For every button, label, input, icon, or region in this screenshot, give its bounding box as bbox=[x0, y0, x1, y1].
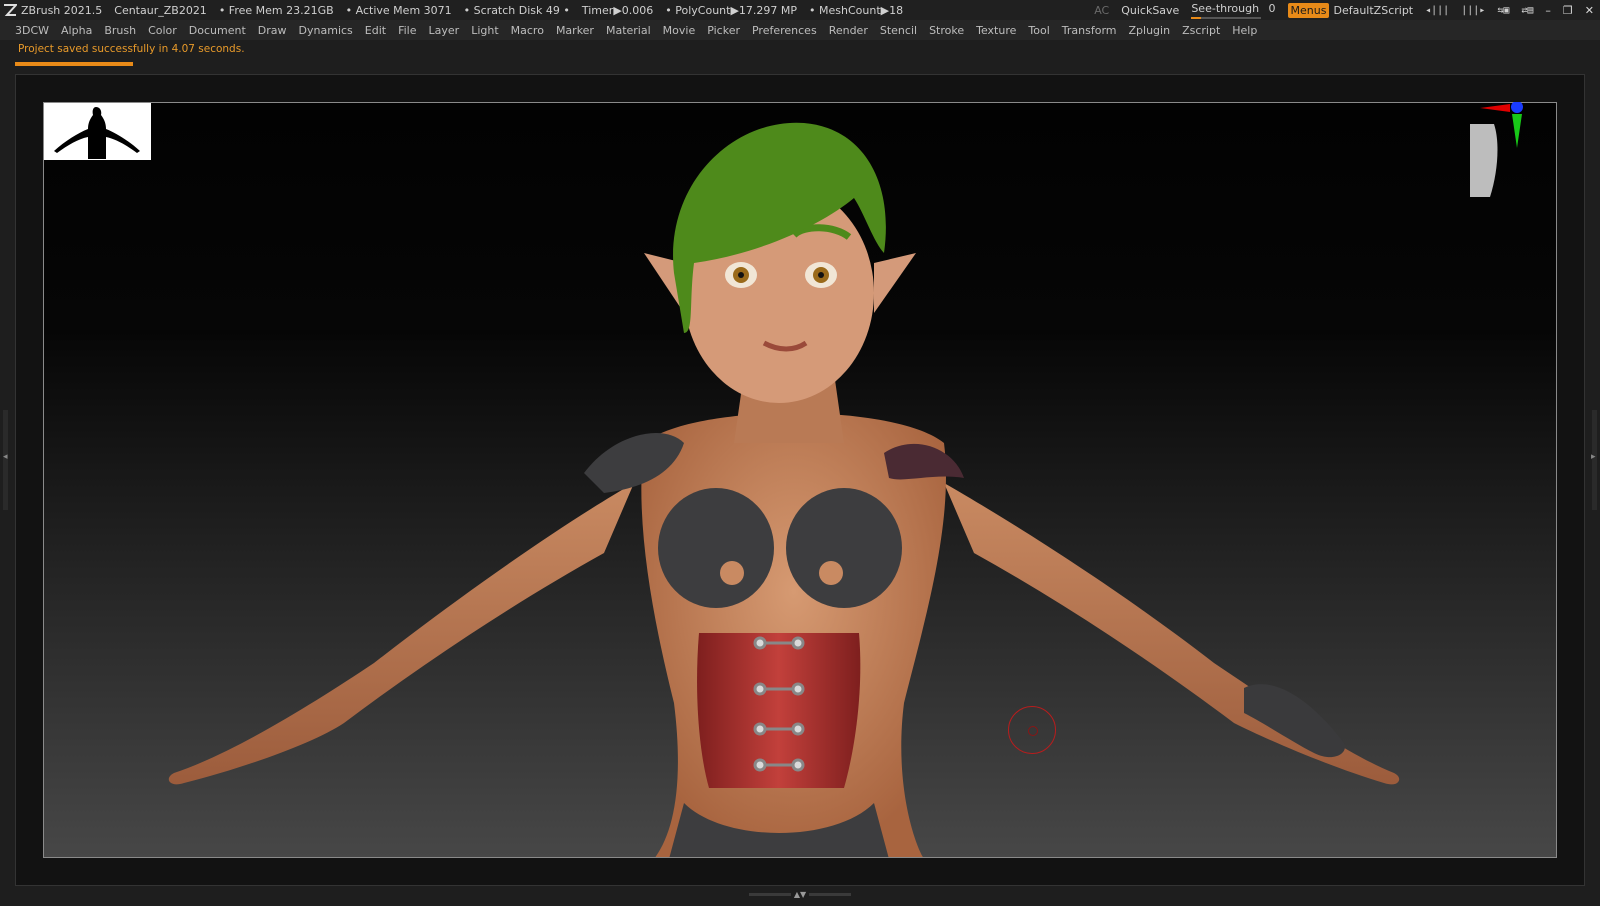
title-bar-right: AC QuickSave See-through 0 Menus Default… bbox=[1082, 0, 1594, 20]
close-icon[interactable]: ✕ bbox=[1585, 4, 1594, 17]
quicksave-button[interactable]: QuickSave bbox=[1121, 4, 1179, 17]
menu-stroke[interactable]: Stroke bbox=[929, 24, 964, 37]
zbrush-logo-icon[interactable] bbox=[3, 3, 17, 17]
minimize-icon[interactable]: – bbox=[1545, 4, 1551, 17]
menu-picker[interactable]: Picker bbox=[707, 24, 740, 37]
menu-3dcw[interactable]: 3DCW bbox=[15, 24, 49, 37]
default-zscript-button[interactable]: DefaultZScript bbox=[1333, 4, 1413, 17]
silhouette-icon bbox=[54, 107, 140, 159]
menu-movie[interactable]: Movie bbox=[663, 24, 696, 37]
tray-line-left bbox=[748, 892, 791, 896]
bottom-tray-handle[interactable]: ▲▼ bbox=[745, 890, 855, 899]
tray-arrow-icon[interactable]: ▲▼ bbox=[794, 890, 806, 899]
menu-texture[interactable]: Texture bbox=[976, 24, 1016, 37]
see-through-track bbox=[1191, 17, 1262, 19]
navigation-head-icon bbox=[1461, 101, 1523, 197]
silhouette-thumbnail[interactable] bbox=[44, 103, 151, 160]
cursor-center bbox=[1028, 726, 1038, 736]
ui-layout-icon[interactable]: ⇆▣ bbox=[1497, 5, 1509, 16]
menu-preferences[interactable]: Preferences bbox=[752, 24, 817, 37]
menu-edit[interactable]: Edit bbox=[365, 24, 386, 37]
see-through-slider[interactable]: See-through 0 bbox=[1191, 2, 1276, 19]
layout-left-icon[interactable]: ◂||| bbox=[1425, 5, 1449, 16]
model-render bbox=[168, 122, 1400, 857]
menu-marker[interactable]: Marker bbox=[556, 24, 594, 37]
menu-draw[interactable]: Draw bbox=[258, 24, 287, 37]
project-name: Centaur_ZB2021 bbox=[114, 3, 207, 17]
tray-line-right bbox=[809, 892, 852, 896]
title-bar: ZBrush 2021.5 Centaur_ZB2021 • Free Mem … bbox=[0, 0, 1600, 20]
menu-alpha[interactable]: Alpha bbox=[61, 24, 92, 37]
navigation-gizmo[interactable] bbox=[1461, 101, 1560, 212]
menu-light[interactable]: Light bbox=[471, 24, 498, 37]
menu-color[interactable]: Color bbox=[148, 24, 177, 37]
menu-tool[interactable]: Tool bbox=[1028, 24, 1049, 37]
menu-zscript[interactable]: Zscript bbox=[1182, 24, 1220, 37]
menu-transform[interactable]: Transform bbox=[1062, 24, 1117, 37]
layout-right-icon[interactable]: |||▸ bbox=[1461, 5, 1485, 16]
progress-bar bbox=[15, 62, 1595, 66]
meshcount: • MeshCount▶18 bbox=[809, 3, 904, 17]
left-tray-arrow-icon[interactable]: ◂ bbox=[3, 452, 8, 462]
progress-fill bbox=[15, 62, 133, 66]
ac-button[interactable]: AC bbox=[1094, 4, 1109, 17]
save-notification: Project saved successfully in 4.07 secon… bbox=[18, 43, 245, 55]
menu-macro[interactable]: Macro bbox=[511, 24, 544, 37]
menu-bar: 3DCW Alpha Brush Color Document Draw Dyn… bbox=[0, 20, 1600, 40]
custom-ui-icon[interactable]: ⇄▤ bbox=[1521, 5, 1533, 16]
brush-cursor-icon bbox=[1008, 706, 1056, 754]
menus-button[interactable]: Menus bbox=[1287, 2, 1330, 18]
menu-render[interactable]: Render bbox=[829, 24, 868, 37]
menu-zplugin[interactable]: Zplugin bbox=[1129, 24, 1171, 37]
viewport-canvas[interactable] bbox=[43, 102, 1557, 858]
free-mem: • Free Mem 23.21GB bbox=[218, 3, 334, 17]
menu-dynamics[interactable]: Dynamics bbox=[299, 24, 353, 37]
scratch-disk: • Scratch Disk 49 • bbox=[463, 3, 570, 17]
menu-document[interactable]: Document bbox=[189, 24, 246, 37]
timer: Timer▶0.006 bbox=[581, 3, 654, 17]
see-through-label: See-through bbox=[1191, 2, 1260, 15]
app-name: ZBrush 2021.5 bbox=[21, 3, 103, 17]
menu-brush[interactable]: Brush bbox=[104, 24, 136, 37]
menu-file[interactable]: File bbox=[398, 24, 416, 37]
menu-material[interactable]: Material bbox=[606, 24, 651, 37]
active-mem: • Active Mem 3071 bbox=[345, 3, 452, 17]
menu-layer[interactable]: Layer bbox=[429, 24, 460, 37]
menu-help[interactable]: Help bbox=[1232, 24, 1257, 37]
restore-icon[interactable]: ❐ bbox=[1563, 4, 1573, 17]
see-through-value: 0 bbox=[1268, 2, 1276, 15]
menu-stencil[interactable]: Stencil bbox=[880, 24, 917, 37]
see-through-handle[interactable] bbox=[1191, 17, 1202, 19]
right-tray-arrow-icon[interactable]: ▸ bbox=[1591, 452, 1596, 462]
polycount: • PolyCount▶17.297 MP bbox=[665, 3, 798, 17]
